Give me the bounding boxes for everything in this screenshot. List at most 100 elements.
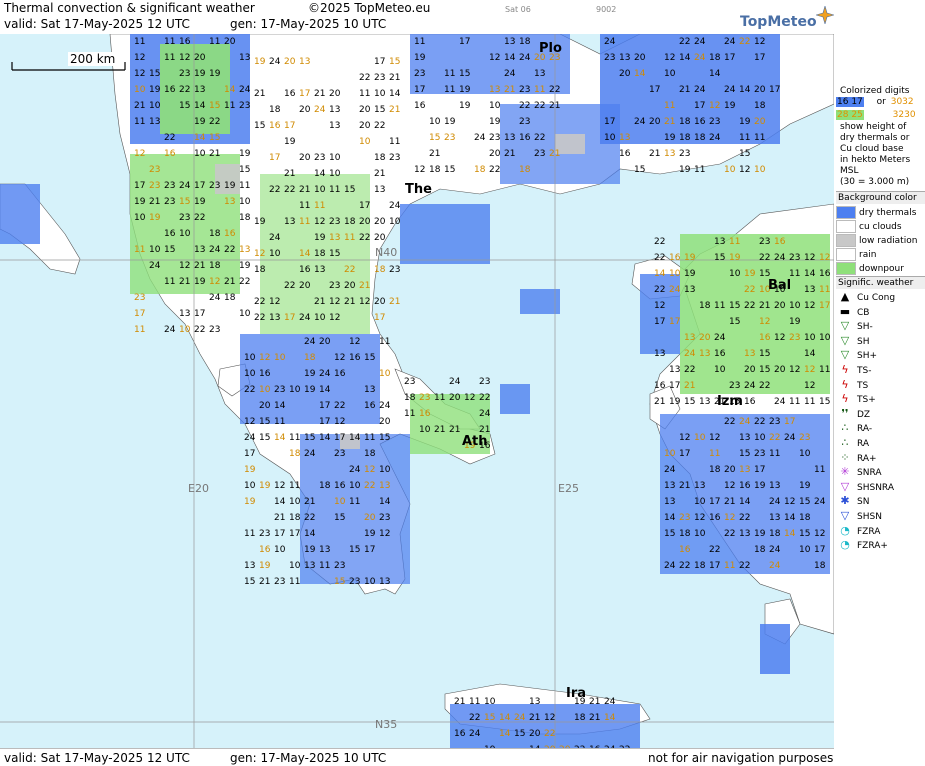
svg-text:21: 21 xyxy=(359,281,370,291)
svg-text:24: 24 xyxy=(744,381,756,391)
svg-text:19: 19 xyxy=(729,253,741,263)
svg-text:13: 13 xyxy=(684,333,695,343)
svg-text:18: 18 xyxy=(289,449,301,459)
svg-text:22: 22 xyxy=(724,417,735,427)
city-thessaloniki[interactable]: The xyxy=(405,182,432,197)
svg-text:24: 24 xyxy=(724,85,736,95)
svg-text:11: 11 xyxy=(134,325,145,335)
svg-text:15: 15 xyxy=(244,577,255,587)
svg-text:24: 24 xyxy=(769,545,781,555)
svg-text:20: 20 xyxy=(359,217,371,227)
svg-text:22: 22 xyxy=(304,513,315,523)
svg-text:23: 23 xyxy=(389,153,400,163)
svg-text:15: 15 xyxy=(209,133,220,143)
legend-bg-title: Background color xyxy=(836,191,925,204)
svg-text:23: 23 xyxy=(769,417,780,427)
weather-map[interactable]: 11 11 16 11 20 12 11 12 20 13 12 15 23 19 19 10 19 16 22 13… xyxy=(0,34,835,748)
svg-text:19: 19 xyxy=(304,545,316,555)
legend-wx-item: ◔ FZRA+ xyxy=(836,538,888,551)
topmeteo-logo[interactable]: TopMeteo xyxy=(740,6,834,30)
svg-text:23: 23 xyxy=(374,73,385,83)
svg-text:16: 16 xyxy=(164,149,176,159)
svg-text:12: 12 xyxy=(314,217,325,227)
svg-text:10: 10 xyxy=(289,497,301,507)
svg-text:12: 12 xyxy=(784,497,795,507)
svg-text:10: 10 xyxy=(694,497,706,507)
city-balikesir[interactable]: Bal xyxy=(768,278,791,293)
svg-text:11: 11 xyxy=(289,481,300,491)
svg-text:14: 14 xyxy=(274,497,286,507)
city-iraklion[interactable]: Ira xyxy=(566,686,586,701)
svg-text:15: 15 xyxy=(739,149,750,159)
svg-text:12: 12 xyxy=(334,417,345,427)
svg-text:11: 11 xyxy=(724,561,735,571)
svg-text:13: 13 xyxy=(284,217,295,227)
svg-text:13: 13 xyxy=(304,561,315,571)
svg-text:16: 16 xyxy=(164,229,176,239)
svg-text:16: 16 xyxy=(654,381,666,391)
svg-text:12: 12 xyxy=(259,353,270,363)
svg-text:23: 23 xyxy=(789,333,800,343)
weather-symbol-icon: ▽ xyxy=(840,319,850,333)
generated-time: gen: 17-May-2025 10 UTC xyxy=(230,17,387,31)
svg-text:19: 19 xyxy=(744,269,756,279)
legend-wx-item: ▽ SHSN xyxy=(836,509,882,522)
svg-text:15: 15 xyxy=(819,397,830,407)
svg-text:10: 10 xyxy=(349,481,361,491)
map-canvas: 11 11 16 11 2012 11 12 20 1312 15 23 19 1910 19 16 22 13… xyxy=(0,34,834,748)
svg-text:23: 23 xyxy=(444,133,455,143)
svg-text:19: 19 xyxy=(754,529,766,539)
svg-text:12: 12 xyxy=(759,317,770,327)
svg-text:12: 12 xyxy=(724,513,735,523)
city-plovdiv[interactable]: Plo xyxy=(539,41,562,56)
svg-text:24: 24 xyxy=(604,37,616,47)
svg-text:21: 21 xyxy=(314,297,325,307)
svg-text:13: 13 xyxy=(239,245,250,255)
svg-text:21: 21 xyxy=(209,149,220,159)
svg-text:17: 17 xyxy=(299,89,310,99)
svg-text:15: 15 xyxy=(799,497,810,507)
svg-text:12: 12 xyxy=(329,313,340,323)
svg-text:15: 15 xyxy=(759,349,770,359)
svg-text:24: 24 xyxy=(164,325,176,335)
svg-text:15: 15 xyxy=(389,57,400,67)
svg-text:10: 10 xyxy=(289,561,301,571)
svg-text:10: 10 xyxy=(289,385,301,395)
svg-text:21: 21 xyxy=(649,149,660,159)
svg-text:14: 14 xyxy=(319,433,331,443)
svg-text:24: 24 xyxy=(664,561,676,571)
svg-text:10: 10 xyxy=(329,153,341,163)
svg-text:15: 15 xyxy=(459,69,470,79)
legend-wx-item: ▲ Cu Cong xyxy=(836,290,895,303)
svg-text:19: 19 xyxy=(414,53,426,63)
svg-text:10: 10 xyxy=(274,353,286,363)
svg-text:17: 17 xyxy=(694,101,705,111)
svg-text:14: 14 xyxy=(304,529,316,539)
svg-text:13: 13 xyxy=(664,481,675,491)
svg-text:17: 17 xyxy=(374,313,385,323)
svg-text:19: 19 xyxy=(364,529,376,539)
svg-text:11: 11 xyxy=(389,137,400,147)
svg-text:21: 21 xyxy=(254,89,265,99)
svg-text:14: 14 xyxy=(194,101,206,111)
svg-text:10: 10 xyxy=(429,117,441,127)
svg-text:11: 11 xyxy=(664,101,675,111)
svg-text:10: 10 xyxy=(789,301,801,311)
svg-text:17: 17 xyxy=(319,401,330,411)
svg-text:17: 17 xyxy=(669,381,680,391)
svg-text:23: 23 xyxy=(149,181,160,191)
svg-text:24: 24 xyxy=(389,201,401,211)
legend-wx-label: TS xyxy=(857,380,869,391)
svg-text:24: 24 xyxy=(319,369,331,379)
legend-bg-label: low radiation xyxy=(859,236,918,246)
city-izmir[interactable]: Izm xyxy=(717,394,743,409)
svg-text:19: 19 xyxy=(724,101,736,111)
weather-symbol-icon: ▲ xyxy=(840,290,850,303)
svg-text:19: 19 xyxy=(304,385,316,395)
copyright: ©2025 TopMeteo.eu xyxy=(308,1,431,15)
svg-text:21: 21 xyxy=(299,185,310,195)
grid-label-e20: E20 xyxy=(188,482,209,495)
svg-text:11: 11 xyxy=(714,301,725,311)
city-athens[interactable]: Ath xyxy=(462,434,488,449)
legend-explain-2: Cu cloud base xyxy=(840,144,904,154)
